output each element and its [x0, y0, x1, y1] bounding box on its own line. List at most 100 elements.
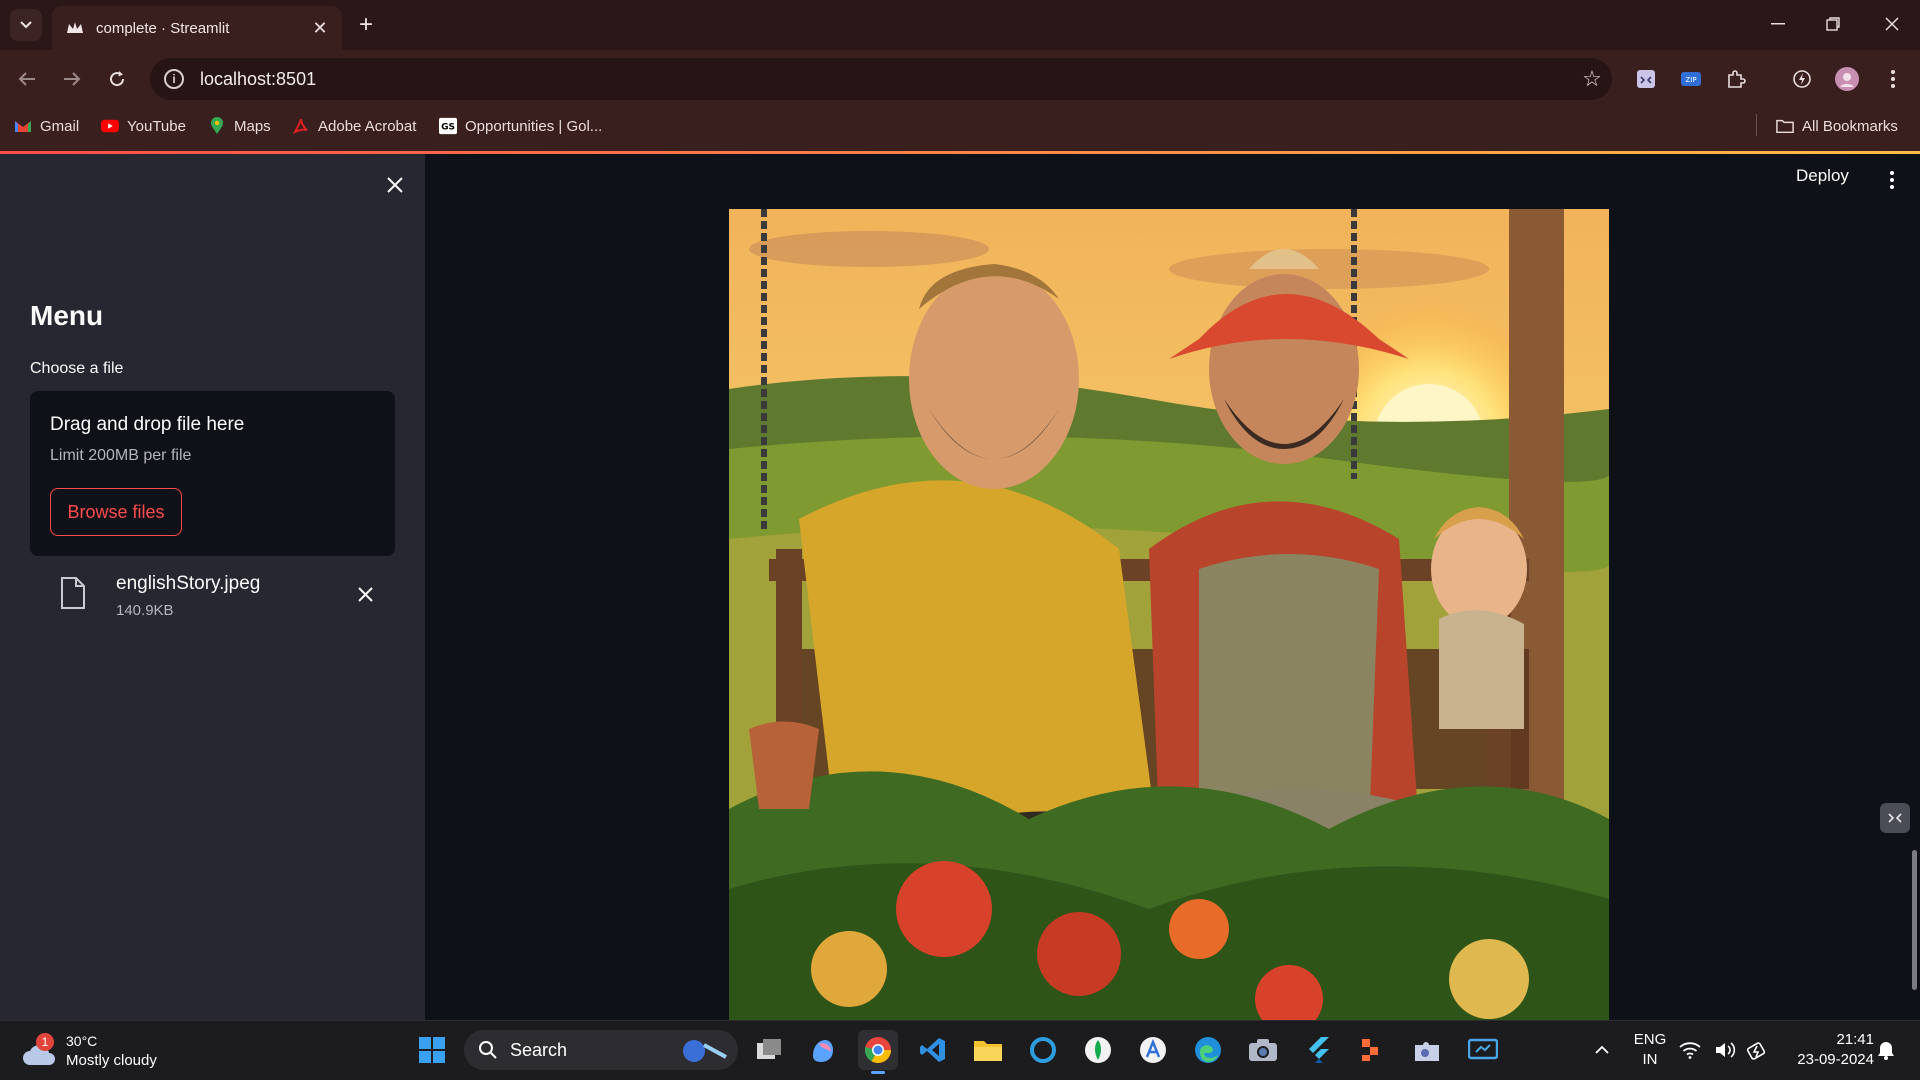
file-icon — [61, 577, 85, 609]
clock-time: 21:41 — [1836, 1031, 1874, 1048]
bookmark-maps[interactable]: Maps — [208, 113, 271, 139]
active-indicator — [871, 1071, 885, 1074]
close-window-button[interactable] — [1872, 6, 1912, 42]
address-bar[interactable]: i localhost:8501 ☆ — [150, 58, 1612, 100]
acrobat-icon — [292, 117, 310, 135]
gs-icon: GS — [439, 117, 457, 135]
app-store-icon[interactable] — [1133, 1030, 1173, 1070]
region-code: IN — [1642, 1051, 1658, 1068]
minimize-button[interactable] — [1758, 6, 1798, 42]
reload-button[interactable] — [100, 62, 134, 96]
folder-icon — [1776, 117, 1794, 135]
remove-file-icon[interactable] — [350, 579, 380, 609]
dropzone-limit: Limit 200MB per file — [50, 447, 192, 464]
reload-icon — [110, 71, 125, 87]
weather-temperature: 30°C — [66, 1033, 98, 1049]
uploaded-file-row: englishStory.jpeg 140.9KB — [30, 565, 395, 631]
gmail-icon — [14, 117, 32, 135]
mongodb-icon[interactable] — [1078, 1030, 1118, 1070]
close-tab-icon[interactable]: ✕ — [308, 16, 332, 40]
file-explorer-icon[interactable] — [968, 1030, 1008, 1070]
taskbar-search[interactable]: Search — [464, 1030, 738, 1070]
floating-extension-icon[interactable] — [1880, 803, 1910, 833]
task-view-icon[interactable] — [749, 1030, 789, 1070]
bookmark-label: Gmail — [40, 117, 80, 135]
postman-icon[interactable] — [1353, 1030, 1393, 1070]
uploaded-file-size: 140.9KB — [116, 602, 174, 619]
flutter-icon[interactable] — [1298, 1030, 1338, 1070]
language-code: ENG — [1633, 1031, 1667, 1048]
chevron-down-icon — [20, 21, 32, 29]
extensions-puzzle-icon[interactable] — [1720, 63, 1752, 95]
url-text[interactable]: localhost:8501 — [200, 69, 1572, 90]
windows-start-icon[interactable] — [412, 1030, 452, 1070]
maps-icon — [208, 117, 226, 135]
battery-charging-icon[interactable] — [1744, 1030, 1772, 1070]
close-sidebar-icon[interactable] — [380, 170, 410, 200]
edge-icon[interactable] — [1188, 1030, 1228, 1070]
tab-title: complete · Streamlit — [96, 19, 230, 37]
bookmark-label: All Bookmarks — [1802, 117, 1898, 135]
language-indicator[interactable]: ENG IN — [1625, 1030, 1675, 1070]
weather-badge: 1 — [36, 1033, 54, 1051]
bookmark-label: Maps — [234, 117, 271, 135]
tray-chevron-up-icon[interactable] — [1582, 1030, 1622, 1070]
copilot-icon[interactable] — [803, 1030, 843, 1070]
clock-date: 23-09-2024 — [1797, 1051, 1874, 1068]
chrome-taskbar-icon[interactable] — [858, 1030, 898, 1074]
bookmark-label: YouTube — [127, 117, 186, 135]
bookmark-gmail[interactable]: Gmail — [14, 113, 79, 139]
tab-active[interactable]: complete · Streamlit ✕ — [52, 6, 342, 50]
svg-text:GS: GS — [441, 123, 455, 133]
sidebar-title: Menu — [30, 300, 104, 331]
page-scrollbar[interactable] — [1912, 850, 1917, 990]
youtube-icon — [101, 117, 119, 135]
forward-button[interactable] — [55, 62, 89, 96]
profile-avatar[interactable] — [1831, 63, 1863, 95]
all-bookmarks[interactable]: All Bookmarks — [1776, 113, 1898, 139]
clock[interactable]: 21:41 23-09-2024 — [1778, 1030, 1874, 1070]
weather-widget[interactable]: 1 30°C Mostly cloudy — [22, 1030, 157, 1072]
tab-search-button[interactable] — [10, 9, 42, 41]
bookmark-opportunities[interactable]: GS Opportunities | Gol... — [439, 113, 602, 139]
search-highlight-icon — [683, 1040, 727, 1062]
volume-icon[interactable] — [1712, 1030, 1740, 1070]
bookmark-label: Opportunities | Gol... — [465, 117, 603, 135]
wifi-icon[interactable] — [1676, 1030, 1704, 1070]
arrow-left-icon — [18, 72, 35, 86]
camera-icon[interactable] — [1243, 1030, 1283, 1070]
restore-button[interactable] — [1813, 6, 1853, 42]
bookmarks-divider — [1756, 114, 1757, 136]
uploaded-story-image — [729, 209, 1609, 1020]
site-info-icon[interactable]: i — [164, 69, 184, 89]
new-tab-button[interactable]: + — [352, 11, 380, 39]
zip-extension-icon[interactable]: ZIP — [1675, 63, 1707, 95]
notification-bell-icon[interactable] — [1872, 1030, 1900, 1070]
extension-icon[interactable] — [1630, 63, 1662, 95]
dropzone-title: Drag and drop file here — [50, 414, 245, 435]
streamlit-crown-icon — [66, 19, 84, 37]
performance-icon[interactable] — [1786, 63, 1818, 95]
puzzle-app-icon[interactable] — [1408, 1030, 1448, 1070]
weather-description: Mostly cloudy — [66, 1052, 157, 1069]
search-icon — [479, 1041, 497, 1059]
bookmark-youtube[interactable]: YouTube — [101, 113, 186, 139]
deploy-button[interactable]: Deploy — [1796, 166, 1849, 186]
search-label: Search — [510, 1039, 568, 1060]
uploader-label: Choose a file — [30, 360, 124, 377]
bookmark-star-icon[interactable]: ☆ — [1572, 59, 1612, 99]
cortana-icon[interactable] — [1023, 1030, 1063, 1070]
vscode-icon[interactable] — [913, 1030, 953, 1070]
file-dropzone[interactable]: Drag and drop file here Limit 200MB per … — [30, 391, 395, 556]
uploaded-file-name: englishStory.jpeg — [116, 573, 261, 594]
app-menu-icon[interactable] — [1880, 166, 1904, 194]
bookmark-label: Adobe Acrobat — [318, 117, 417, 135]
chrome-menu-icon[interactable] — [1877, 63, 1909, 95]
browse-files-button[interactable]: Browse files — [50, 488, 182, 536]
svg-text:ZIP: ZIP — [1685, 76, 1696, 84]
back-button[interactable] — [10, 62, 44, 96]
cloud-icon: 1 — [22, 1033, 58, 1067]
monitor-app-icon[interactable] — [1463, 1030, 1503, 1070]
arrow-right-icon — [64, 72, 81, 86]
bookmark-adobe-acrobat[interactable]: Adobe Acrobat — [292, 113, 416, 139]
